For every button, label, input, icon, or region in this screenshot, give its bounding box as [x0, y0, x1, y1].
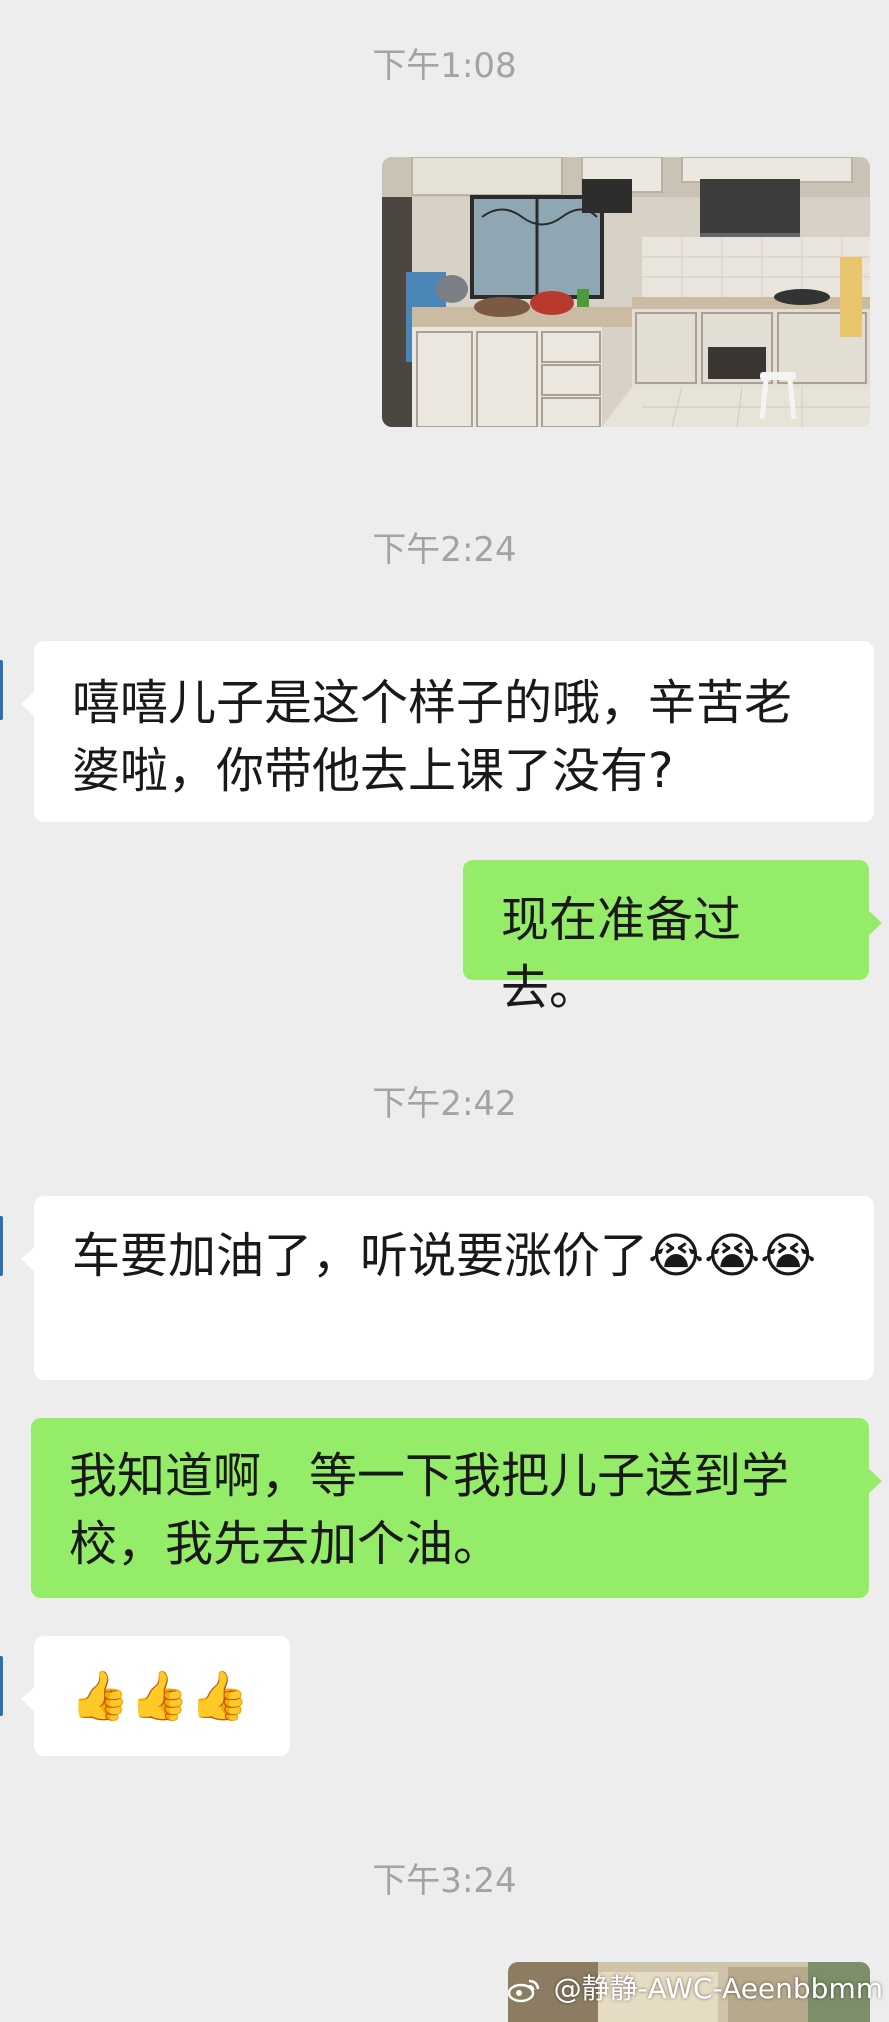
- timestamp: 下午1:08: [372, 46, 517, 86]
- weibo-logo-icon: [507, 1979, 539, 2003]
- message-bubble-outgoing[interactable]: 现在准备过去。: [463, 860, 882, 1016]
- message-text: 车要加油了，听说要涨价了😭😭😭: [72, 1228, 817, 1284]
- watermark-text: @静静-AWC-Aeenbbmm: [553, 1972, 883, 2005]
- avatar-edge[interactable]: [0, 1216, 3, 1276]
- message-bubble-incoming[interactable]: 嘻嘻儿子是这个样子的哦，辛苦老婆啦，你带他去上课了没有?: [21, 641, 874, 822]
- message-text: 我知道啊，等一下我把儿子送到学校，我先去加个油。: [69, 1448, 790, 1572]
- avatar-edge[interactable]: [0, 660, 3, 720]
- chat-area[interactable]: 下午1:08 下午2:24 嘻嘻儿子是这个样子的哦，辛苦老婆啦，你带他去上课了没…: [0, 0, 889, 2022]
- message-text: 嘻嘻儿子是这个样子的哦，辛苦老婆啦，你带他去上课了没有?: [72, 675, 793, 799]
- message-bubble-incoming[interactable]: 车要加油了，听说要涨价了😭😭😭: [21, 1196, 874, 1380]
- message-bubble-incoming[interactable]: 👍👍👍: [21, 1636, 290, 1756]
- message-bubble-outgoing[interactable]: 我知道啊，等一下我把儿子送到学校，我先去加个油。: [31, 1418, 882, 1598]
- timestamp: 下午2:24: [372, 530, 517, 570]
- kitchen-photo[interactable]: [382, 157, 870, 427]
- watermark: @静静-AWC-Aeenbbmm: [507, 1967, 883, 2007]
- message-text: 现在准备过去。: [501, 892, 742, 1016]
- message-text: 👍👍👍: [70, 1668, 250, 1724]
- timestamp: 下午3:24: [372, 1861, 517, 1901]
- avatar-edge[interactable]: [0, 1656, 3, 1716]
- timestamp: 下午2:42: [372, 1084, 517, 1124]
- kitchen-photo-image: [382, 157, 870, 427]
